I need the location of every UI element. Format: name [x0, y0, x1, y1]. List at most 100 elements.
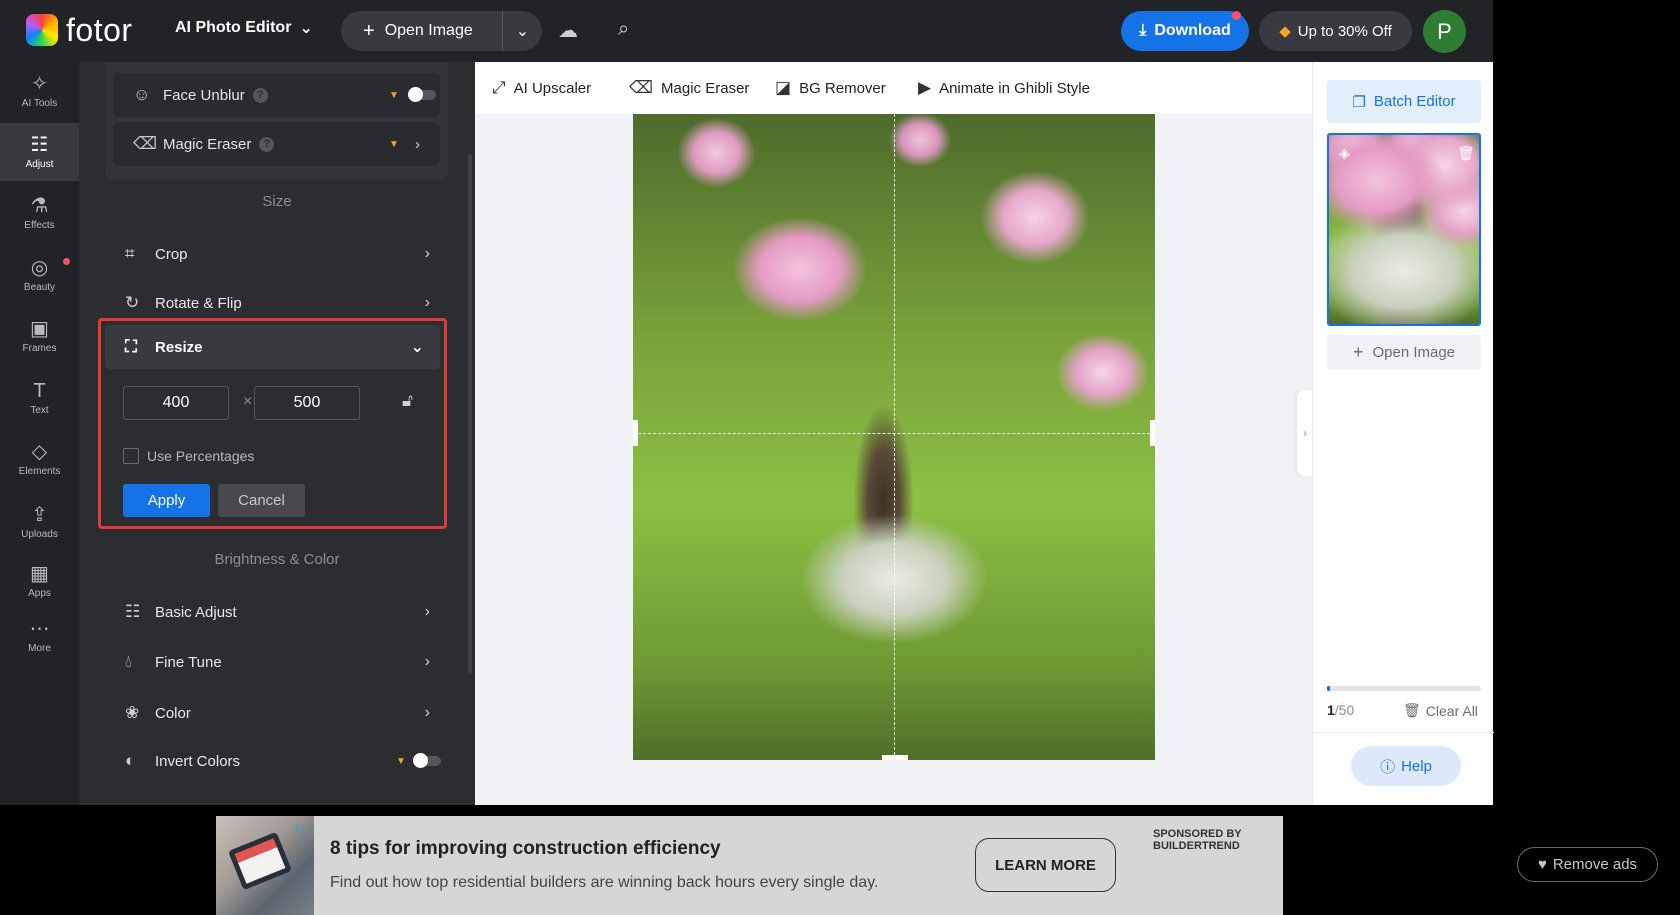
face-unblur-label: Face Unblur [163, 86, 245, 104]
rail-item-effects[interactable]: ⚗ Effects [0, 184, 79, 242]
upscale-icon: ⤢ [492, 78, 506, 97]
fine-tune-row[interactable]: 💧︎ Fine Tune › [105, 639, 448, 685]
tool-ai-upscaler[interactable]: ⤢ AI Upscaler [492, 78, 591, 98]
download-icon: ⤓ [1139, 22, 1147, 39]
invert-colors-row[interactable]: ◐ Invert Colors ▼ [105, 738, 448, 784]
magic-eraser-label: Magic Eraser [163, 135, 252, 153]
help-icon[interactable]: ? [259, 136, 275, 152]
open-image-secondary-button[interactable]: + Open Image [1327, 335, 1481, 370]
basic-adjust-row[interactable]: ☷ Basic Adjust › [105, 589, 448, 635]
learn-more-button[interactable]: LEARN MORE [975, 838, 1116, 892]
logo-mark-icon [26, 14, 58, 46]
plus-icon: + [363, 19, 375, 42]
left-resize-handle[interactable] [633, 420, 638, 446]
lock-icon[interactable]: 🔓︎ [402, 391, 413, 411]
bottom-resize-handle[interactable] [882, 755, 908, 760]
batch-icon: ❐ [1352, 93, 1366, 111]
eraser-icon: ⌫ [133, 134, 158, 153]
help-icon[interactable]: ? [252, 87, 268, 103]
batch-editor-button[interactable]: ❐ Batch Editor [1327, 80, 1481, 123]
editor-mode-label: AI Photo Editor [175, 19, 292, 36]
rail-item-elements[interactable]: ◇ Elements [0, 430, 79, 488]
panel-scrollbar[interactable] [468, 154, 472, 674]
face-icon: ☺ [133, 85, 151, 104]
rail-item-beauty[interactable]: ◎ Beauty [0, 246, 79, 304]
basic-adjust-label: Basic Adjust [155, 603, 237, 621]
avatar[interactable]: P [1423, 10, 1466, 53]
crop-label: Crop [155, 245, 188, 263]
open-image-group: + Open Image ⌄ [341, 11, 542, 51]
rail-item-ai-tools[interactable]: ✧ AI Tools [0, 62, 79, 120]
height-input[interactable] [254, 386, 360, 420]
rail-item-apps[interactable]: ▦ Apps [0, 552, 79, 610]
resize-header[interactable]: ⛶ Resize ⌄ [105, 325, 440, 369]
color-label: Color [155, 704, 191, 722]
ad-subtitle: Find out how top residential builders ar… [330, 874, 879, 891]
ad-choices-icon[interactable]: ▷ [296, 820, 306, 836]
sliders-icon: ☷ [125, 602, 141, 621]
tool-label: AI Upscaler [513, 79, 592, 97]
promo-label: Up to 30% Off [1297, 22, 1392, 40]
rail-item-label: Adjust [25, 159, 54, 170]
fotor-logo[interactable]: fotor [26, 14, 133, 46]
ad-title[interactable]: 8 tips for improving construction effici… [330, 838, 721, 860]
batch-panel: ❐ Batch Editor ◈ 🗑︎ + Open Image 1/50 🗑︎… [1312, 62, 1494, 805]
remove-ads-button[interactable]: ♥ Remove ads [1517, 847, 1658, 882]
open-image-label: Open Image [384, 22, 473, 39]
rail-item-more[interactable]: ⋯ More [0, 607, 79, 665]
clear-all-button[interactable]: 🗑︎ Clear All [1403, 702, 1478, 719]
image-thumbnail[interactable]: ◈ 🗑︎ [1327, 133, 1481, 326]
premium-diamond-icon: ▼ [389, 89, 399, 101]
rail-item-label: AI Tools [21, 98, 58, 109]
cancel-button[interactable]: Cancel [218, 484, 305, 517]
rail-item-frames[interactable]: ▣ Frames [0, 307, 79, 365]
chevron-right-icon: › [424, 294, 430, 311]
tool-bg-remover[interactable]: ◪ BG Remover [775, 78, 886, 98]
promo-button[interactable]: ◆ Up to 30% Off [1259, 11, 1412, 51]
open-image-dropdown[interactable]: ⌄ [503, 21, 542, 41]
cloud-icon[interactable]: ☁ [558, 18, 578, 43]
rail-item-label: Effects [24, 220, 55, 231]
face-unblur-item[interactable]: ☺ Face Unblur ? ▼ [113, 73, 440, 117]
thumbnail-photo [1329, 135, 1479, 324]
width-input[interactable] [123, 386, 229, 420]
flask-icon: ⚗ [30, 195, 49, 217]
shapes-icon: ◇ [31, 441, 48, 463]
rail-item-adjust[interactable]: ☷ Adjust [0, 123, 79, 181]
expand-right-panel-tab[interactable]: › [1297, 390, 1313, 476]
rail-item-label: Frames [22, 343, 57, 354]
bg-remove-icon: ◪ [775, 78, 792, 97]
help-circle-icon: ⓘ [1380, 758, 1396, 776]
apply-button[interactable]: Apply [123, 484, 210, 517]
search-icon[interactable]: ⌕ [618, 18, 629, 41]
face-unblur-toggle[interactable] [408, 87, 436, 102]
premium-diamond-icon: ▼ [389, 138, 399, 150]
download-label: Download [1154, 22, 1231, 39]
crop-row[interactable]: ⌗ Crop › [105, 231, 448, 277]
rail-item-text[interactable]: T Text [0, 369, 79, 427]
editor-mode-menu[interactable]: AI Photo Editor ⌄ [175, 18, 313, 38]
help-button[interactable]: ⓘ Help [1351, 746, 1461, 786]
color-row[interactable]: ❀ Color › [105, 690, 448, 736]
tool-animate-ghibli[interactable]: ▶ Animate in Ghibli Style [918, 78, 1090, 98]
use-percentages-checkbox[interactable] [123, 448, 139, 464]
right-resize-handle[interactable] [1150, 420, 1155, 446]
layers-icon[interactable]: ◈ [1339, 145, 1350, 162]
download-button[interactable]: ⤓ Download [1121, 11, 1249, 51]
invert-colors-toggle[interactable] [413, 753, 441, 768]
tool-magic-eraser[interactable]: ⌫ Magic Eraser [629, 78, 749, 98]
rail-item-uploads[interactable]: ⇪ Uploads [0, 493, 79, 551]
quick-tools-bar: ⤢ AI Upscaler ⌫ Magic Eraser ◪ BG Remove… [475, 62, 1312, 114]
open-image-button[interactable]: + Open Image [341, 11, 503, 51]
app-window: fotor AI Photo Editor ⌄ + Open Image ⌄ ☁… [0, 0, 1494, 805]
photo-canvas[interactable] [633, 114, 1155, 760]
ad-banner: ▷ 8 tips for improving construction effi… [216, 816, 1283, 915]
rotate-flip-label: Rotate & Flip [155, 294, 242, 312]
logo-text: fotor [66, 12, 133, 48]
ad-sponsor: SPONSORED BY BUILDERTREND [1153, 828, 1265, 852]
sliders-icon: ☷ [30, 134, 49, 156]
magic-eraser-item[interactable]: ⌫ Magic Eraser ? ▼ › [113, 122, 440, 166]
trash-icon[interactable]: 🗑︎ [1457, 145, 1475, 162]
diamond-icon: ◆ [1279, 23, 1291, 40]
top-bar: fotor AI Photo Editor ⌄ + Open Image ⌄ ☁… [0, 0, 1493, 62]
